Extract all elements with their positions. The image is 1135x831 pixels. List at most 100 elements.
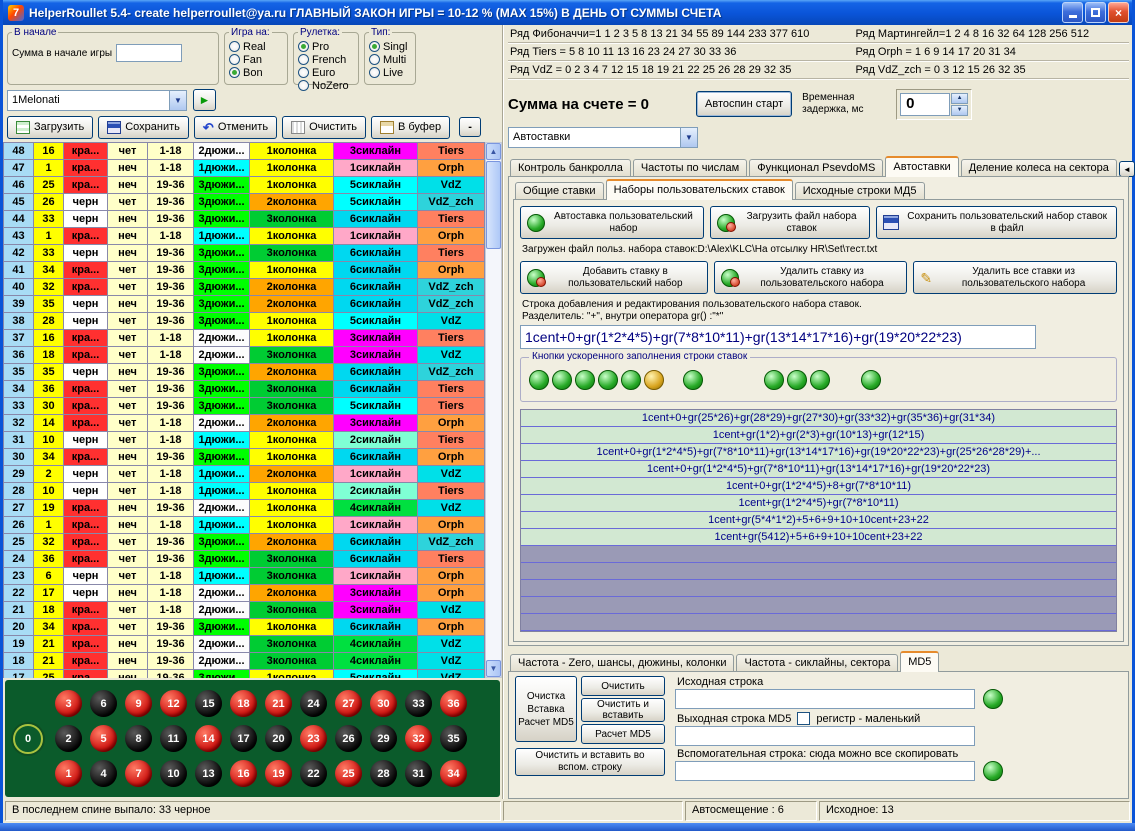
board-number-27[interactable]: 27	[335, 690, 362, 717]
history-row[interactable]: 2034кра...чет19-363дюжи...1колонка6сикла…	[4, 619, 485, 636]
history-row[interactable]: 4433черннеч19-363дюжи...3колонка6сиклайн…	[4, 211, 485, 228]
bet-string-row[interactable]: 1cent+0+gr(1*2*4*5)+8+gr(7*8*10*11)	[521, 478, 1116, 495]
quick-fill-button-5[interactable]	[621, 370, 641, 390]
bet-string-input[interactable]	[520, 325, 1036, 349]
history-row[interactable]: 3716кра...чет1-182дюжи...1колонка3сиклай…	[4, 330, 485, 347]
aux-string-action-button[interactable]	[983, 761, 1003, 781]
history-row[interactable]: 4134кра...чет19-363дюжи...1колонка6сикла…	[4, 262, 485, 279]
bet-strings-list[interactable]: 1cent+0+gr(25*26)+gr(28*29)+gr(27*30)+gr…	[520, 409, 1117, 632]
board-number-14[interactable]: 14	[195, 725, 222, 752]
history-row[interactable]: 471кра...неч1-181дюжи...1колонка1сиклайн…	[4, 160, 485, 177]
history-row[interactable]: 261кра...неч1-181дюжи...1колонка1сиклайн…	[4, 517, 485, 534]
tab-autobets[interactable]: Автоставки	[885, 156, 958, 177]
history-row[interactable]: 4816кра...чет1-182дюжи...1колонка3сиклай…	[4, 143, 485, 160]
board-number-31[interactable]: 31	[405, 760, 432, 787]
board-number-25[interactable]: 25	[335, 760, 362, 787]
remove-bet-button[interactable]: Удалить ставку из пользовательского набо…	[714, 261, 908, 294]
board-number-28[interactable]: 28	[370, 760, 397, 787]
quick-fill-button-6[interactable]	[644, 370, 664, 390]
history-row[interactable]: 3618кра...чет1-182дюжи...3колонка3сиклай…	[4, 347, 485, 364]
quick-fill-button-1[interactable]	[529, 370, 549, 390]
history-row[interactable]: 3436кра...чет19-363дюжи...3колонка6сикла…	[4, 381, 485, 398]
copy-to-buffer-button[interactable]: В буфер	[371, 116, 450, 139]
board-number-0[interactable]: 0	[13, 724, 43, 754]
quick-fill-button-9[interactable]	[787, 370, 807, 390]
tab-psevdoms[interactable]: Функционал PsevdoMS	[749, 159, 883, 177]
tab-bankroll-control[interactable]: Контроль банкролла	[510, 159, 631, 177]
board-number-4[interactable]: 4	[90, 760, 117, 787]
board-number-32[interactable]: 32	[405, 725, 432, 752]
board-number-34[interactable]: 34	[440, 760, 467, 787]
bet-string-empty-row[interactable]	[521, 563, 1116, 580]
tab-wheel-sectors[interactable]: Деление колеса на сектора	[961, 159, 1117, 177]
board-number-23[interactable]: 23	[300, 725, 327, 752]
tab-number-frequencies[interactable]: Частоты по числам	[633, 159, 747, 177]
board-number-8[interactable]: 8	[125, 725, 152, 752]
collapse-button[interactable]: -	[459, 117, 481, 137]
delay-value[interactable]: 0	[900, 93, 950, 116]
history-row[interactable]: 236чернчет1-181дюжи...3колонка1сиклайнOr…	[4, 568, 485, 585]
bet-string-row[interactable]: 1cent+gr(1*2*4*5)+gr(7*8*10*11)	[521, 495, 1116, 512]
board-number-2[interactable]: 2	[55, 725, 82, 752]
quick-fill-button-8[interactable]	[764, 370, 784, 390]
board-number-13[interactable]: 13	[195, 760, 222, 787]
history-row[interactable]: 3110чернчет1-181дюжи...1колонка2сиклайнT…	[4, 432, 485, 449]
scrollbar-track[interactable]	[486, 250, 501, 660]
history-row[interactable]: 3034кра...неч19-363дюжи...1колонка6сикла…	[4, 449, 485, 466]
history-row[interactable]: 4625кра...неч19-363дюжи...1колонка5сикла…	[4, 177, 485, 194]
board-number-3[interactable]: 3	[55, 690, 82, 717]
bet-string-row[interactable]: 1cent+0+gr(1*2*4*5)+gr(7*8*10*11)+gr(13*…	[521, 444, 1116, 461]
history-row[interactable]: 1725кра...неч19-363дюжи...1колонка5сикла…	[4, 670, 485, 678]
scroll-up-icon[interactable]: ▲	[486, 143, 501, 160]
radio-fan[interactable]: Fan	[229, 53, 283, 66]
bet-string-empty-row[interactable]	[521, 580, 1116, 597]
history-table[interactable]: 4816кра...чет1-182дюжи...1колонка3сиклай…	[3, 142, 485, 678]
history-row[interactable]: 4032кра...чет19-363дюжи...2колонка6сикла…	[4, 279, 485, 296]
board-number-33[interactable]: 33	[405, 690, 432, 717]
board-number-9[interactable]: 9	[125, 690, 152, 717]
history-row[interactable]: 2810чернчет1-181дюжи...1колонка2сиклайнT…	[4, 483, 485, 500]
md5-clear-paste-aux-button[interactable]: Очистить и вставить во вспом. строку	[515, 748, 665, 776]
history-row[interactable]: 3330кра...чет19-363дюжи...3колонка5сикла…	[4, 398, 485, 415]
quick-fill-button-10[interactable]	[810, 370, 830, 390]
remove-all-bets-button[interactable]: ✎Удалить все ставки из пользовательского…	[913, 261, 1117, 294]
bet-string-row[interactable]: 1cent+gr(1*2)+gr(2*3)+gr(10*13)+gr(12*15…	[521, 427, 1116, 444]
radio-french[interactable]: French	[298, 53, 354, 66]
board-number-10[interactable]: 10	[160, 760, 187, 787]
history-scrollbar[interactable]: ▲ ▼	[485, 142, 502, 678]
history-row[interactable]: 1921кра...неч19-362дюжи...3колонка4сикла…	[4, 636, 485, 653]
history-row[interactable]: 292чернчет1-181дюжи...2колонка1сиклайнVd…	[4, 466, 485, 483]
chevron-down-icon[interactable]: ▼	[680, 128, 697, 147]
radio-live[interactable]: Live	[369, 66, 411, 79]
tab-frequency-sixlines[interactable]: Частота - сиклайны, сектора	[736, 654, 898, 672]
board-number-30[interactable]: 30	[370, 690, 397, 717]
autostake-user-set-button[interactable]: Автоставка пользовательский набор	[520, 206, 704, 239]
close-button[interactable]: ×	[1108, 2, 1129, 23]
history-row[interactable]: 2719кра...неч19-362дюжи...1колонка4сикла…	[4, 500, 485, 517]
board-number-26[interactable]: 26	[335, 725, 362, 752]
bet-string-row[interactable]: 1cent+gr(5*4*1*2)+5+6+9+10+10cent+23+22	[521, 512, 1116, 529]
board-number-1[interactable]: 1	[55, 760, 82, 787]
save-bet-set-file-button[interactable]: Сохранить пользовательский набор ставок …	[876, 206, 1117, 239]
radio-euro[interactable]: Euro	[298, 66, 354, 79]
board-number-5[interactable]: 5	[90, 725, 117, 752]
history-row[interactable]: 2217черннеч1-182дюжи...2колонка3сиклайнO…	[4, 585, 485, 602]
undo-button[interactable]: ↶Отменить	[194, 116, 277, 139]
autobets-select[interactable]: Автоставки ▼	[508, 127, 698, 148]
autospin-start-button[interactable]: Автоспин старт	[696, 91, 792, 117]
load-bet-set-file-button[interactable]: Загрузить файл набора ставок	[710, 206, 870, 239]
bet-string-empty-row[interactable]	[521, 614, 1116, 631]
board-number-36[interactable]: 36	[440, 690, 467, 717]
spinner-up-icon[interactable]: ▲	[951, 93, 968, 104]
history-row[interactable]: 3214кра...чет1-182дюжи...2колонка3сиклай…	[4, 415, 485, 432]
history-row[interactable]: 4526чернчет19-363дюжи...2колонка5сиклайн…	[4, 194, 485, 211]
radio-multi[interactable]: Multi	[369, 53, 411, 66]
md5-source-input[interactable]	[675, 689, 975, 709]
board-number-12[interactable]: 12	[160, 690, 187, 717]
tab-scroll-left-icon[interactable]: ◄	[1119, 161, 1135, 177]
bet-string-row[interactable]: 1cent+0+gr(25*26)+gr(28*29)+gr(27*30)+gr…	[521, 410, 1116, 427]
board-number-35[interactable]: 35	[440, 725, 467, 752]
board-number-6[interactable]: 6	[90, 690, 117, 717]
scroll-down-icon[interactable]: ▼	[486, 660, 501, 677]
md5-calc-button[interactable]: Расчет MD5	[581, 724, 665, 744]
